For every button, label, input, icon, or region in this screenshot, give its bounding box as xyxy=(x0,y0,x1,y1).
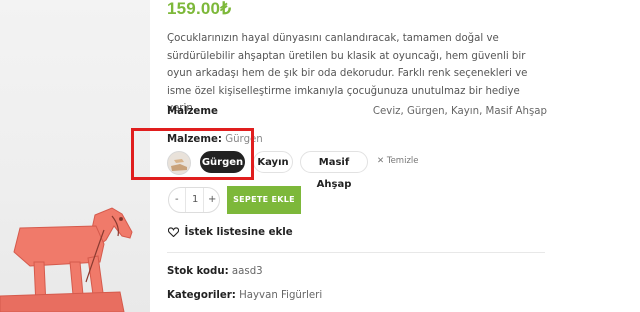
wishlist-link[interactable]: İstek listesine ekle xyxy=(167,227,293,238)
attribute-label: Malzeme xyxy=(167,106,218,117)
annotation-highlight-box xyxy=(131,128,254,180)
divider xyxy=(167,252,545,253)
wishlist-label: İstek listesine ekle xyxy=(184,227,293,238)
quantity-plus-button[interactable]: + xyxy=(208,194,216,205)
clear-label: Temizle xyxy=(386,156,419,166)
swatch-option-masif-ahsap[interactable]: Masif Ahşap xyxy=(300,151,368,190)
attribute-value: Ceviz, Gürgen, Kayın, Masif Ahşap xyxy=(372,106,547,117)
sku-value: aasd3 xyxy=(231,266,263,277)
product-price: 159.00₺ xyxy=(167,0,232,18)
toy-horse-illustration xyxy=(0,207,133,312)
clear-variation-button[interactable]: ✕ Temizle xyxy=(377,156,419,166)
quantity-minus-button[interactable]: - xyxy=(175,194,179,205)
stepper-divider xyxy=(185,188,186,212)
sku-row: Stok kodu: aasd3 xyxy=(167,266,263,277)
stepper-divider xyxy=(203,188,204,212)
categories-label: Kategoriler: xyxy=(167,290,236,301)
category-link[interactable]: Hayvan Figürleri xyxy=(239,290,322,301)
quantity-stepper: - 1 + xyxy=(168,187,220,213)
heart-icon xyxy=(167,227,180,238)
attribute-row: Malzeme Ceviz, Gürgen, Kayın, Masif Ahşa… xyxy=(167,106,547,122)
product-description: Çocuklarınızın hayal dünyasını canlandır… xyxy=(167,33,528,115)
product-image xyxy=(0,0,150,312)
categories-row: Kategoriler: Hayvan Figürleri xyxy=(167,290,322,301)
quantity-input[interactable]: 1 xyxy=(192,194,198,205)
add-to-cart-button[interactable]: SEPETE EKLE xyxy=(227,186,301,214)
sku-label: Stok kodu: xyxy=(167,266,229,277)
swatch-option-kayin[interactable]: Kayın xyxy=(253,151,293,173)
close-icon: ✕ xyxy=(377,156,385,166)
